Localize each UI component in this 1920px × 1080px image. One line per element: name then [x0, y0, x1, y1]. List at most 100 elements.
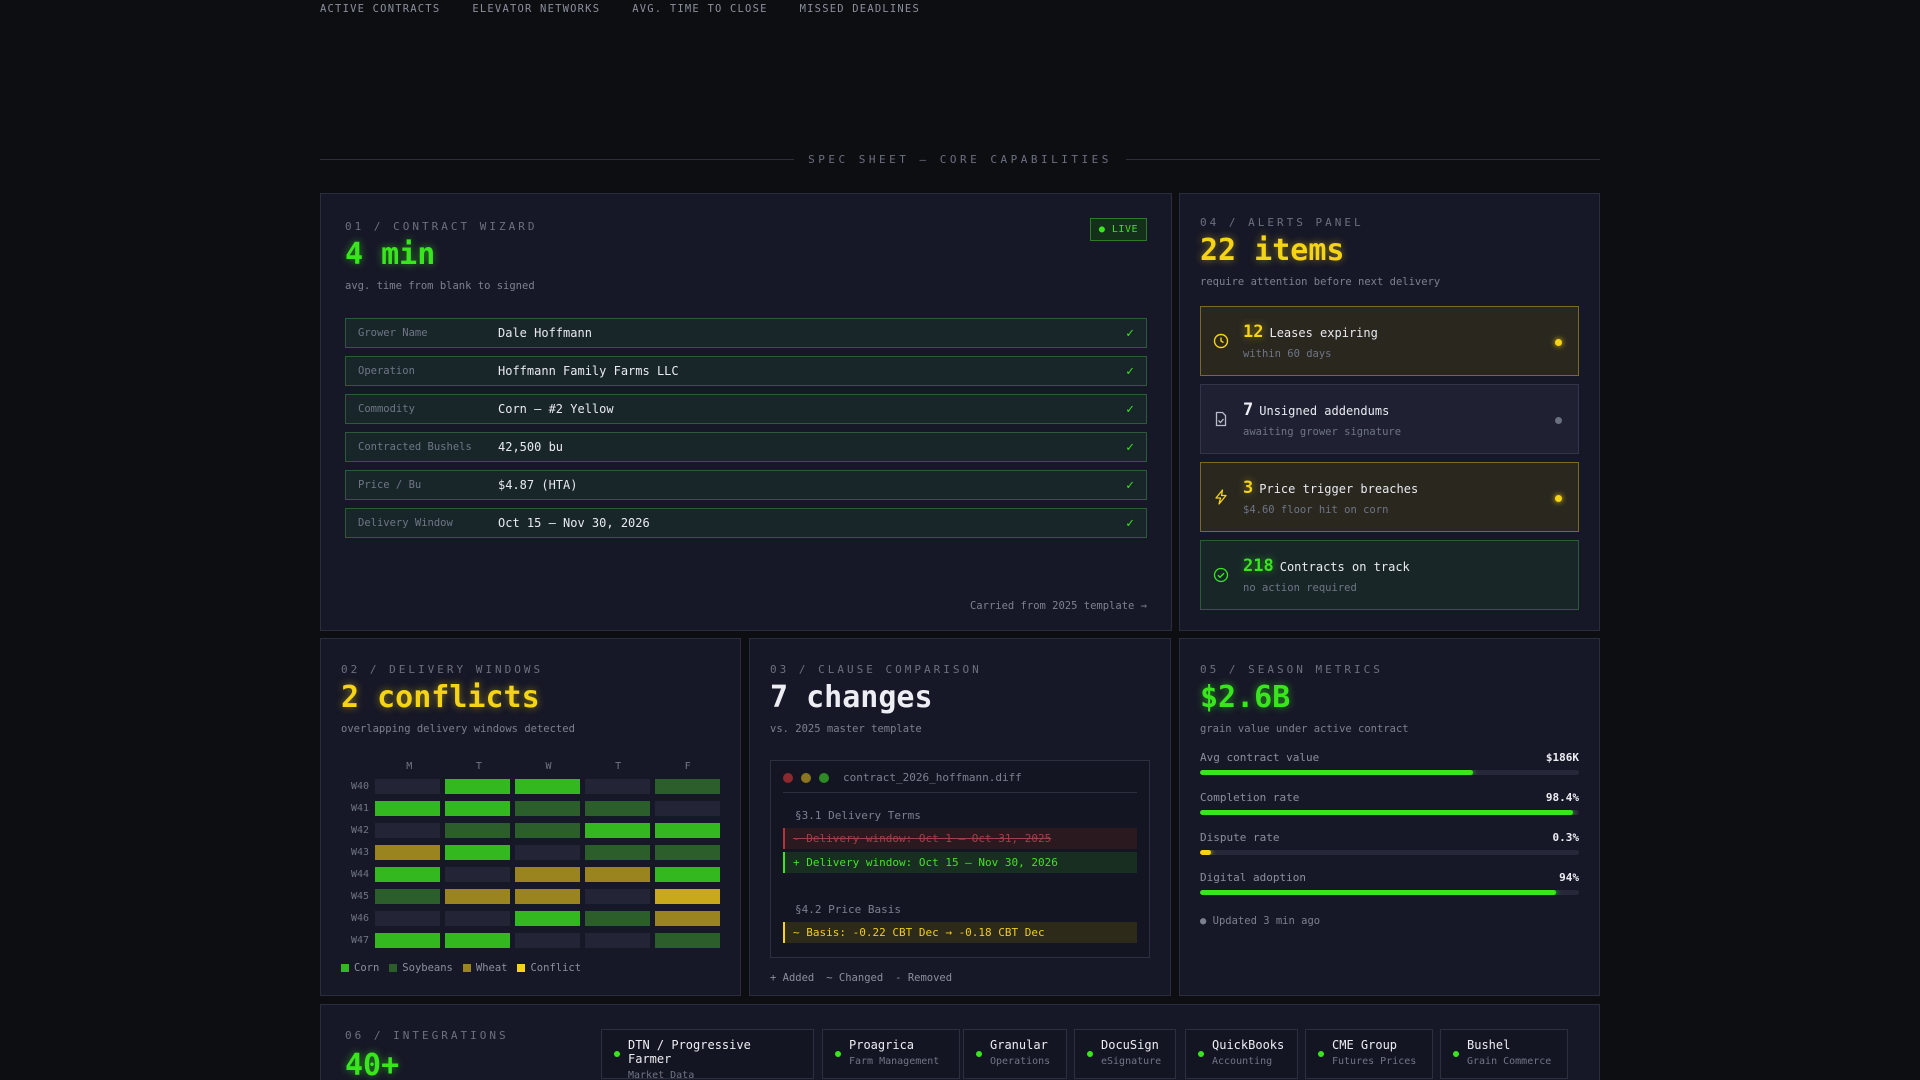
- delivery-slot-soy[interactable]: [655, 845, 720, 860]
- delivery-slot-soy[interactable]: [515, 823, 580, 838]
- field-row[interactable]: Grower Name Dale Hoffmann ✓: [345, 318, 1147, 348]
- delivery-slot-empty[interactable]: [655, 801, 720, 816]
- field-row[interactable]: Contracted Bushels 42,500 bu ✓: [345, 432, 1147, 462]
- integration-name: Bushel: [1467, 1038, 1511, 1052]
- delivery-slot-corn[interactable]: [445, 845, 510, 860]
- delivery-slot-wheat[interactable]: [375, 845, 440, 860]
- carried-from-template-link[interactable]: Carried from 2025 template →: [970, 600, 1147, 612]
- nav-active-contracts[interactable]: ACTIVE CONTRACTS: [320, 3, 440, 15]
- week-label: W40: [351, 781, 370, 792]
- delivery-slot-empty[interactable]: [585, 779, 650, 794]
- delivery-slot-soy[interactable]: [445, 823, 510, 838]
- delivery-slot-corn[interactable]: [655, 823, 720, 838]
- field-value: Dale Hoffmann: [498, 326, 592, 340]
- progress-bar: [1200, 770, 1579, 775]
- field-row[interactable]: Price / Bu $4.87 (HTA) ✓: [345, 470, 1147, 500]
- diff-viewer[interactable]: contract_2026_hoffmann.diff §3.1 Deliver…: [770, 760, 1150, 958]
- alert-price-trigger-breaches[interactable]: 3 Price trigger breaches $4.60 floor hit o…: [1200, 462, 1579, 532]
- delivery-slot-wheat[interactable]: [585, 867, 650, 882]
- delivery-slot-soy[interactable]: [375, 889, 440, 904]
- nav-avg-time-to-close[interactable]: AVG. TIME TO CLOSE: [632, 3, 767, 15]
- day-header: T: [615, 761, 622, 772]
- panel-label: 03 / CLAUSE COMPARISON: [770, 663, 982, 676]
- integration-chip-proagrica[interactable]: Proagrica Farm Management: [822, 1029, 960, 1079]
- delivery-slot-empty[interactable]: [375, 823, 440, 838]
- delivery-slot-corn[interactable]: [655, 867, 720, 882]
- delivery-slot-empty[interactable]: [445, 911, 510, 926]
- delivery-slot-wheat[interactable]: [515, 889, 580, 904]
- delivery-slot-soy[interactable]: [655, 779, 720, 794]
- delivery-slot-corn[interactable]: [445, 779, 510, 794]
- field-row[interactable]: Commodity Corn — #2 Yellow ✓: [345, 394, 1147, 424]
- delivery-slot-wheat[interactable]: [515, 867, 580, 882]
- metric-avg-contract-value: Avg contract value $186K: [1200, 751, 1579, 775]
- window-dot-red: [783, 772, 793, 783]
- delivery-slot-soy[interactable]: [585, 801, 650, 816]
- integration-chip-quickbooks[interactable]: QuickBooks Accounting: [1185, 1029, 1298, 1079]
- delivery-slot-soy[interactable]: [655, 933, 720, 948]
- delivery-slot-corn[interactable]: [375, 933, 440, 948]
- wizard-metric: 4 min: [345, 237, 436, 272]
- delivery-slot-corn[interactable]: [375, 867, 440, 882]
- delivery-slot-corn[interactable]: [375, 801, 440, 816]
- metric-completion-rate: Completion rate 98.4%: [1200, 791, 1579, 815]
- nav-missed-deadlines[interactable]: MISSED DEADLINES: [800, 3, 920, 15]
- delivery-slot-wheat[interactable]: [445, 889, 510, 904]
- delivery-slot-corn[interactable]: [515, 779, 580, 794]
- delivery-slot-empty[interactable]: [585, 889, 650, 904]
- delivery-slot-empty[interactable]: [515, 933, 580, 948]
- legend-label: Conflict: [530, 962, 582, 974]
- delivery-slot-soy[interactable]: [515, 801, 580, 816]
- progress-fill: [1200, 890, 1557, 895]
- live-badge: ● LIVE: [1089, 218, 1147, 241]
- delivery-slot-soy[interactable]: [585, 911, 650, 926]
- delivery-slot-corn[interactable]: [515, 911, 580, 926]
- legend-wheat: Wheat: [462, 962, 507, 974]
- integration-chip-docusign[interactable]: DocuSign eSignature: [1074, 1029, 1176, 1079]
- delivery-slot-empty[interactable]: [585, 933, 650, 948]
- week-row: W41: [341, 801, 720, 816]
- delivery-slot-conflict[interactable]: [655, 889, 720, 904]
- legend-swatch: [341, 964, 349, 972]
- alert-unsigned-addendums[interactable]: 7 Unsigned addendums awaiting grower signa…: [1200, 384, 1579, 454]
- delivery-slot-corn[interactable]: [445, 933, 510, 948]
- legend-corn: Corn: [341, 962, 379, 974]
- delivery-slot-empty[interactable]: [375, 779, 440, 794]
- field-row[interactable]: Operation Hoffmann Family Farms LLC ✓: [345, 356, 1147, 386]
- integration-chip-granular[interactable]: Granular Operations: [963, 1029, 1067, 1079]
- integration-chip-bushel[interactable]: Bushel Grain Commerce: [1440, 1029, 1568, 1079]
- check-icon: ✓: [1126, 363, 1134, 379]
- nav-elevator-networks[interactable]: ELEVATOR NETWORKS: [472, 3, 600, 15]
- delivery-slot-corn[interactable]: [445, 801, 510, 816]
- delivery-slot-empty[interactable]: [375, 911, 440, 926]
- diff-filename: contract_2026_hoffmann.diff: [843, 771, 1022, 784]
- delivery-slot-corn[interactable]: [585, 823, 650, 838]
- alert-leases-expiring[interactable]: 12 Leases expiring within 60 days: [1200, 306, 1579, 376]
- delivery-slot-soy[interactable]: [585, 845, 650, 860]
- delivery-slot-empty[interactable]: [515, 845, 580, 860]
- field-value: Oct 15 – Nov 30, 2026: [498, 516, 650, 530]
- panel-label: 02 / DELIVERY WINDOWS: [341, 663, 544, 676]
- legend-conflict: Conflict: [517, 962, 581, 974]
- legend-changed: ~ Changed: [826, 972, 884, 984]
- alert-count: 3: [1243, 478, 1254, 498]
- legend-swatch: [517, 964, 526, 972]
- progress-fill: [1200, 810, 1573, 815]
- wizard-subtitle: avg. time from blank to signed: [345, 280, 535, 292]
- integration-name: Proagrica: [849, 1038, 915, 1052]
- delivery-slot-wheat[interactable]: [655, 911, 720, 926]
- integrations-panel: 06 / INTEGRATIONS 40+ DTN / Progressive …: [320, 1004, 1600, 1080]
- integration-chip-dtn[interactable]: DTN / Progressive Farmer Market Data: [601, 1029, 814, 1080]
- field-label: Operation: [358, 365, 415, 377]
- diff-section-title: §4.2 Price Basis: [795, 903, 901, 916]
- integration-chip-cme-group[interactable]: CME Group Futures Prices: [1305, 1029, 1433, 1079]
- week-row: W46: [341, 911, 720, 926]
- alert-contracts-on-track[interactable]: 218 Contracts on track no action required: [1200, 540, 1579, 610]
- week-label: W42: [351, 825, 370, 836]
- field-row[interactable]: Delivery Window Oct 15 – Nov 30, 2026 ✓: [345, 508, 1147, 538]
- week-label: W43: [351, 847, 370, 858]
- metric-dispute-rate: Dispute rate 0.3%: [1200, 831, 1579, 855]
- progress-bar: [1200, 810, 1579, 815]
- metric-value: 94%: [1559, 871, 1579, 884]
- delivery-slot-empty[interactable]: [445, 867, 510, 882]
